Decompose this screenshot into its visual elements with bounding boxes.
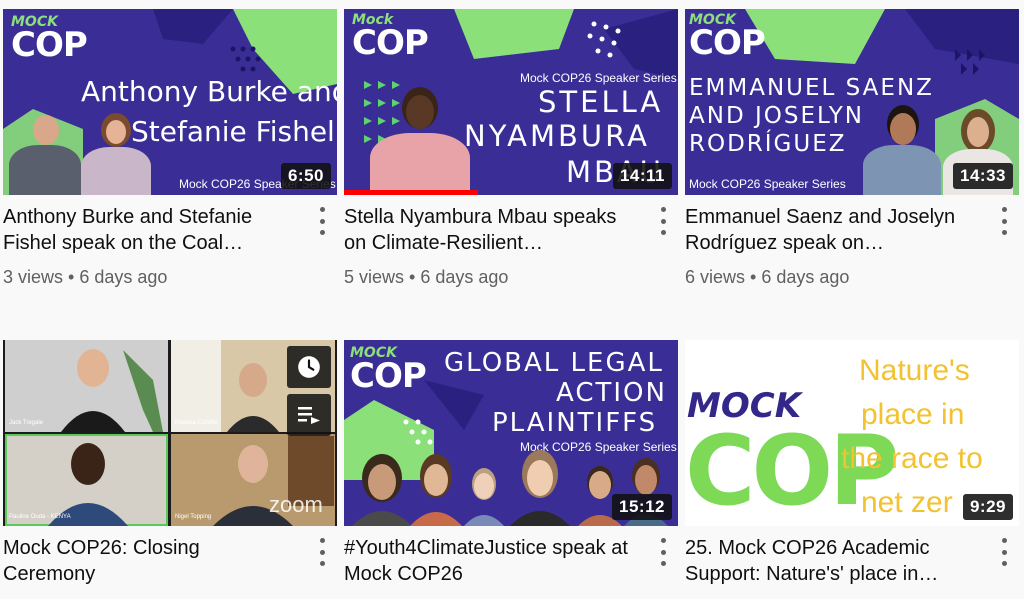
thumb-series-label: Mock COP26 Speaker Series — [689, 177, 846, 191]
mock-cop-logo: MOCK COP — [11, 15, 88, 65]
thumb-title-line: AND JOSELYN — [689, 103, 864, 129]
video-title[interactable]: Stella Nyambura Mbau speaks on Climate-R… — [344, 204, 634, 256]
mock-cop-logo: Mock COP — [352, 13, 429, 63]
participant-name: Malaika Collette — [175, 420, 218, 426]
upload-age: 6 days ago — [420, 267, 509, 287]
thumb-series-label: Mock COP26 Speaker Series — [520, 71, 677, 85]
video-card[interactable]: Jack Tregale Malaika Collette Pauline Ou… — [3, 340, 337, 587]
separator-dot: • — [750, 267, 762, 287]
view-count: 6 views — [685, 267, 746, 287]
more-vert-icon[interactable] — [656, 207, 670, 235]
more-vert-icon[interactable] — [315, 207, 329, 235]
video-stats: 6 views • 6 days ago — [685, 267, 1019, 288]
thumb-title-line: GLOBAL LEGAL — [444, 348, 664, 378]
video-duration: 14:11 — [612, 163, 672, 189]
speaker-photo — [366, 83, 472, 195]
video-duration: 6:50 — [280, 163, 331, 189]
more-vert-icon[interactable] — [656, 538, 670, 566]
video-title[interactable]: Emmanuel Saenz and Joselyn Rodríguez spe… — [685, 204, 975, 256]
thumb-title-line: EMMANUEL SAENZ — [689, 75, 934, 101]
video-duration: 14:33 — [953, 163, 1013, 189]
view-count: 3 views — [3, 267, 64, 287]
video-title[interactable]: 25. Mock COP26 Academic Support: Nature'… — [685, 535, 975, 587]
thumb-title-line: ACTION — [556, 378, 667, 408]
video-thumbnail[interactable]: MOCK COP EMMANUEL SAENZ AND JOSELYN RODR… — [685, 9, 1019, 195]
mock-cop-logo: MOCK COP — [350, 346, 427, 396]
video-thumbnail[interactable]: MOCK COP Anthony Burke and Stefanie Fish… — [3, 9, 337, 195]
thumb-title-line: net zer — [861, 486, 953, 519]
participant-name: Nigel Topping — [175, 514, 212, 520]
video-duration: 15:12 — [612, 494, 672, 520]
video-title[interactable]: Mock COP26: Closing Ceremony — [3, 535, 293, 587]
video-card[interactable]: MOCK COP Anthony Burke and Stefanie Fish… — [3, 9, 337, 288]
video-stats: 5 views • 6 days ago — [344, 267, 678, 288]
separator-dot: • — [409, 267, 421, 287]
thumb-title-line: PLAINTIFFS — [492, 408, 658, 438]
video-title[interactable]: #Youth4ClimateJustice speak at Mock COP2… — [344, 535, 634, 587]
thumb-title-line: NYAMBURA — [464, 119, 650, 153]
speaker-photo — [9, 105, 81, 195]
speaker-photo — [81, 107, 151, 195]
mock-cop-logo: MOCK COP — [689, 13, 766, 63]
separator-dot: • — [68, 267, 80, 287]
playlist-add-icon[interactable] — [287, 394, 331, 436]
logo-cop-text: COP — [350, 356, 427, 396]
view-count: 5 views — [344, 267, 405, 287]
video-thumbnail[interactable]: Mock COP Mock COP26 Speaker Series STELL… — [344, 9, 678, 195]
video-card[interactable]: MOCK COP EMMANUEL SAENZ AND JOSELYN RODR… — [685, 9, 1019, 288]
video-card[interactable]: MOCK COP GLOBAL LEGAL ACTION PLAINTIFFS … — [344, 340, 678, 587]
logo-cop-text: COP — [11, 25, 88, 65]
thumb-title-line: Anthony Burke and — [81, 75, 337, 108]
clock-icon[interactable] — [287, 346, 331, 388]
thumb-title-line: STELLA — [538, 85, 664, 119]
upload-age: 6 days ago — [761, 267, 850, 287]
thumb-title-line: the race to — [841, 442, 983, 475]
video-stats: 3 views • 6 days ago — [3, 267, 337, 288]
more-vert-icon[interactable] — [997, 538, 1011, 566]
video-card[interactable]: MOCK COP Nature's place in the race to n… — [685, 340, 1019, 587]
video-card[interactable]: Mock COP Mock COP26 Speaker Series STELL… — [344, 9, 678, 288]
thumb-title-line: Nature's — [859, 354, 970, 387]
more-vert-icon[interactable] — [997, 207, 1011, 235]
zoom-watermark: zoom — [269, 492, 323, 517]
more-vert-icon[interactable] — [315, 538, 329, 566]
thumb-title-line: place in — [861, 398, 965, 431]
participant-name: Jack Tregale — [9, 420, 44, 426]
logo-cop-text: COP — [689, 23, 766, 63]
video-thumbnail[interactable]: MOCK COP GLOBAL LEGAL ACTION PLAINTIFFS … — [344, 340, 678, 526]
video-thumbnail[interactable]: MOCK COP Nature's place in the race to n… — [685, 340, 1019, 526]
upload-age: 6 days ago — [79, 267, 168, 287]
speaker-photo — [863, 103, 941, 195]
video-title[interactable]: Anthony Burke and Stefanie Fishel speak … — [3, 204, 293, 256]
thumb-title-line: Stefanie Fishel — [131, 115, 335, 148]
participant-name: Pauline Ouda - KENYA — [9, 514, 71, 520]
video-thumbnail[interactable]: Jack Tregale Malaika Collette Pauline Ou… — [3, 340, 337, 526]
thumb-title-line: RODRÍGUEZ — [689, 131, 847, 157]
logo-cop-text: COP — [352, 23, 429, 63]
video-duration: 9:29 — [962, 494, 1013, 520]
